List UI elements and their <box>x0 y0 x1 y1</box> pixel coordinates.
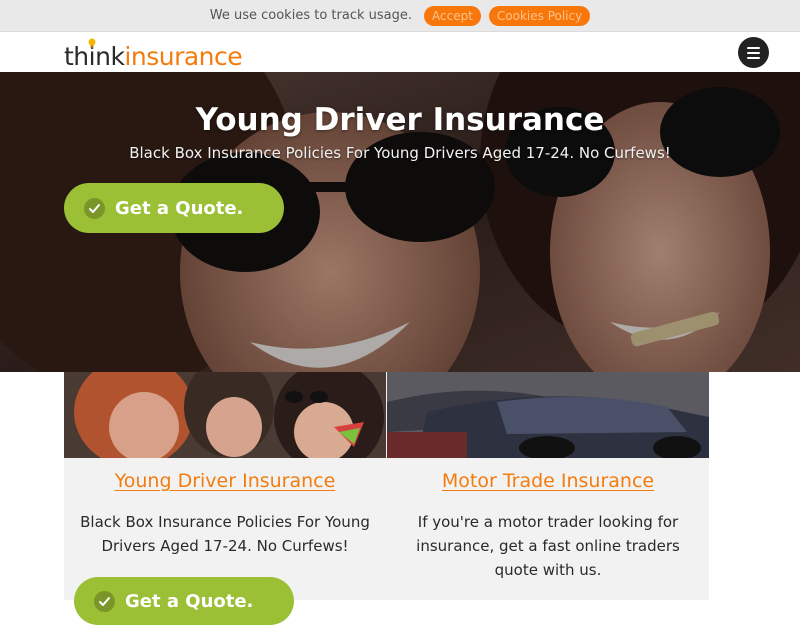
hero-subtitle: Black Box Insurance Policies For Young D… <box>129 144 671 162</box>
hero-banner: Young Driver Insurance Black Box Insuran… <box>0 72 800 372</box>
logo-insurance-text: insurance <box>124 42 243 71</box>
site-logo[interactable]: think insurance <box>64 35 243 71</box>
checkmark-icon <box>84 197 105 219</box>
hamburger-menu-button[interactable] <box>738 37 769 68</box>
card-get-quote-label: Get a Quote. <box>125 590 254 612</box>
cookie-bar: We use cookies to track usage. Accept Co… <box>0 0 800 31</box>
get-quote-label: Get a Quote. <box>115 197 244 219</box>
young-drivers-photo <box>64 372 386 458</box>
lightbulb-icon <box>88 38 96 48</box>
site-header: think insurance <box>0 31 800 72</box>
young-driver-card: Young Driver Insurance Black Box Insuran… <box>64 372 386 625</box>
cookies-policy-button[interactable]: Cookies Policy <box>488 5 591 26</box>
accept-cookies-button[interactable]: Accept <box>424 5 481 26</box>
hero-title: Young Driver Insurance <box>195 102 605 138</box>
young-driver-insurance-link[interactable]: Young Driver Insurance <box>64 470 386 492</box>
menu-bar-icon <box>747 46 760 49</box>
checkmark-icon <box>94 590 115 612</box>
menu-bar-icon <box>747 56 760 59</box>
menu-bar-icon <box>747 51 760 54</box>
product-cards: Young Driver Insurance Black Box Insuran… <box>64 372 709 625</box>
cars-photo <box>387 372 709 458</box>
get-quote-button[interactable]: Get a Quote. <box>64 183 284 233</box>
motor-trade-card: Motor Trade Insurance If you're a motor … <box>387 372 709 600</box>
motor-trade-description: If you're a motor trader looking for ins… <box>416 513 680 579</box>
card-get-quote-button[interactable]: Get a Quote. <box>74 577 294 625</box>
young-driver-description: Black Box Insurance Policies For Young D… <box>80 513 370 555</box>
motor-trade-insurance-link[interactable]: Motor Trade Insurance <box>387 470 709 492</box>
cookie-message: We use cookies to track usage. <box>209 8 412 23</box>
